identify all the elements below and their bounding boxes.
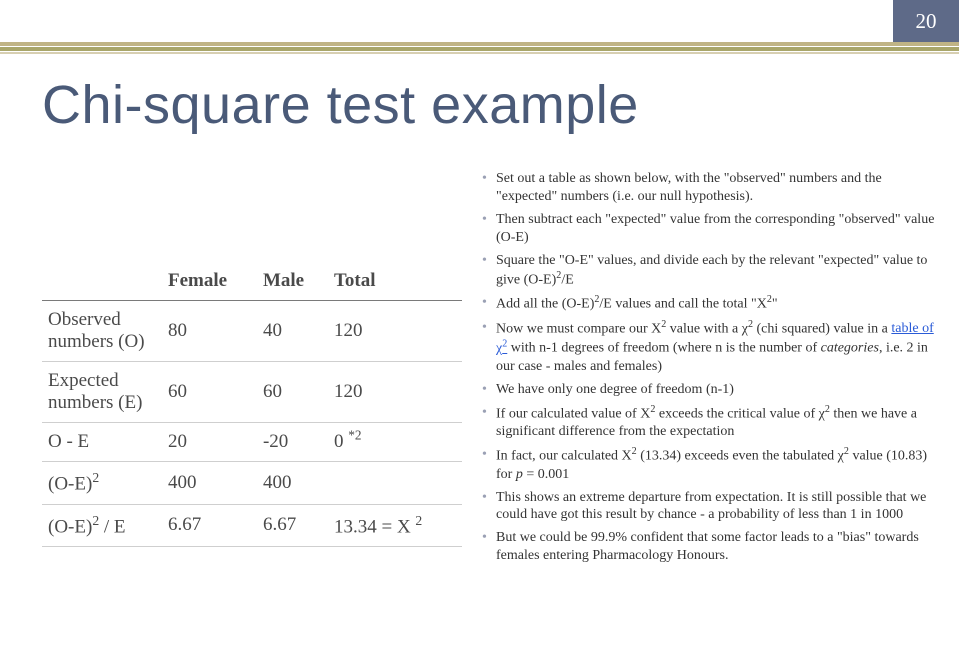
cell: 60 [257,362,328,423]
cell: 13.34 = X 2 [328,504,462,546]
bullet-text: Now we must compare our X [496,321,661,336]
cell: -20 [257,423,328,462]
table-row: Observed numbers (O) 80 40 120 [42,301,462,362]
bullet-text: " [772,297,778,312]
cell [328,462,462,504]
list-item: If our calculated value of X2 exceeds th… [482,404,939,441]
row-label: O - E [42,423,162,462]
table-row: O - E 20 -20 0 *2 [42,423,462,462]
table-header: Female [162,262,257,301]
table-row: (O-E)2 400 400 [42,462,462,504]
footnote-mark: *2 [348,428,361,443]
divider-bar [0,47,959,51]
list-item: But we could be 99.9% confident that som… [482,529,939,565]
row-label: (O-E)2 [42,462,162,504]
row-label-text: / E [99,516,125,537]
list-item: Square the "O-E" values, and divide each… [482,252,939,289]
bullet-text: = 0.001 [523,467,569,482]
cell-sup: 2 [415,513,422,528]
list-item: This shows an extreme departure from exp… [482,489,939,525]
list-item: We have only one degree of freedom (n-1) [482,381,939,399]
cell: 80 [162,301,257,362]
bullet-text: If our calculated value of X [496,406,650,421]
table-header [42,262,162,301]
list-item: Set out a table as shown below, with the… [482,170,939,206]
bullet-italic: categories [821,341,879,356]
row-label-text: (O-E) [48,516,92,537]
bullets-area: Set out a table as shown below, with the… [462,170,939,639]
cell: 6.67 [162,504,257,546]
bullet-text: (chi squared) value in a [753,321,891,336]
row-label-sup: 2 [92,470,99,485]
cell: 120 [328,301,462,362]
cell: 40 [257,301,328,362]
table-row: (O-E)2 / E 6.67 6.67 13.34 = X 2 [42,504,462,546]
bullet-list: Set out a table as shown below, with the… [482,170,939,565]
slide-title: Chi-square test example [42,74,639,136]
cell: 0 *2 [328,423,462,462]
cell: 400 [257,462,328,504]
cell: 120 [328,362,462,423]
list-item: Add all the (O-E)2/E values and call the… [482,294,939,314]
list-item: Now we must compare our X2 value with a … [482,319,939,376]
cell: 400 [162,462,257,504]
bullet-text: /E [561,272,573,287]
bullet-text: (13.34) exceeds even the tabulated χ [637,449,844,464]
row-label: Observed numbers (O) [42,301,162,362]
table-header: Total [328,262,462,301]
list-item: Then subtract each "expected" value from… [482,211,939,247]
divider-bars [0,42,959,54]
row-label: (O-E)2 / E [42,504,162,546]
bullet-text: In fact, our calculated X [496,449,632,464]
row-label-text: (O-E) [48,474,92,495]
chi-square-table: Female Male Total Observed numbers (O) 8… [42,262,462,547]
cell: 6.67 [257,504,328,546]
bullet-text: exceeds the critical value of χ [655,406,824,421]
divider-bar [0,52,959,54]
row-label: Expected numbers (E) [42,362,162,423]
bullet-text: with n-1 degrees of freedom (where n is … [507,341,820,356]
list-item: In fact, our calculated X2 (13.34) excee… [482,446,939,483]
table-header: Male [257,262,328,301]
bullet-text: value with a χ [666,321,748,336]
page-number: 20 [893,0,959,42]
cell: 20 [162,423,257,462]
bullet-text: Add all the (O-E) [496,297,594,312]
cell-value: 0 [334,431,348,452]
divider-bar [0,42,959,46]
bullet-text: /E values and call the total "X [599,297,766,312]
bullet-italic: p [516,467,523,482]
slide: 20 Chi-square test example Female Male T… [0,0,959,655]
table-area: Female Male Total Observed numbers (O) 8… [42,170,462,639]
cell-value: 13.34 = X [334,516,411,537]
table-row: Expected numbers (E) 60 60 120 [42,362,462,423]
cell: 60 [162,362,257,423]
